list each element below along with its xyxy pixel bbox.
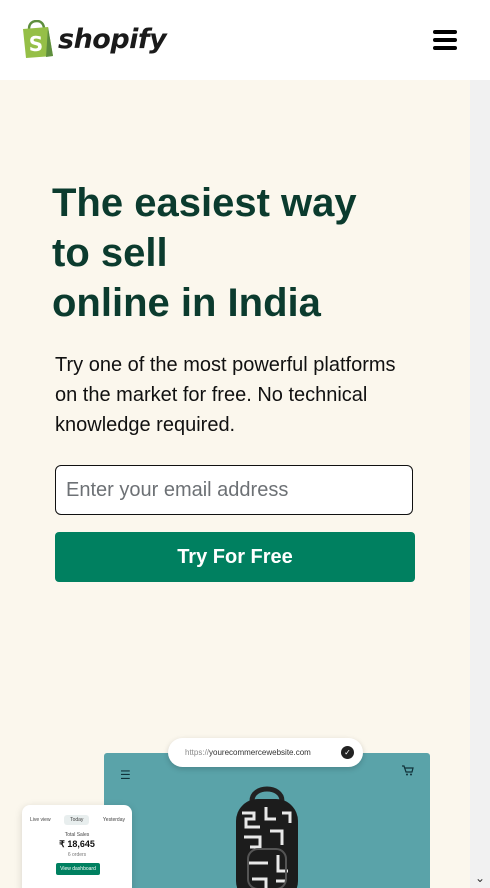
hero-title-line-2: to sell [52,231,168,275]
url-domain: yourecommercewebsite.com [209,748,311,757]
view-dashboard-button: View dashboard [56,863,100,875]
store-preview-illustration: ☰ https://yourecommercewebsite.com ✓ Liv… [0,705,470,888]
dashboard-tabs: Live view Today Yesterday [30,815,125,825]
total-sales-label: Total Sales [64,832,90,838]
store-menu-icon: ☰ [120,768,131,782]
backpack-product-image [236,786,298,888]
checkmark-icon: ✓ [341,746,354,759]
orders-count: 6 orders [67,852,87,858]
dashboard-tab-today: Today [64,815,90,825]
scroll-down-arrow-icon[interactable]: ⌄ [472,870,488,886]
url-bar: https://yourecommercewebsite.com ✓ [168,738,363,767]
svg-text:S: S [29,32,43,56]
url-prefix: https:// [185,748,210,757]
store-mockup: ☰ [104,753,430,888]
cart-icon [402,765,414,776]
dashboard-tab-yesterday: Yesterday [102,817,125,823]
hero-title-line-1: The easiest way [52,181,357,225]
site-header: S shopify [0,0,490,80]
dashboard-tab-live-view: Live view [30,817,51,823]
email-field[interactable] [55,465,413,515]
page-scrollbar[interactable] [470,80,490,888]
shopping-bag-icon: S [23,20,53,58]
sales-dashboard-card: Live view Today Yesterday Total Sales ₹ … [22,805,132,888]
hero-subtitle: Try one of the most powerful platforms o… [55,354,396,436]
shopify-logo[interactable]: S shopify [20,20,167,58]
hamburger-menu-icon[interactable] [432,28,458,52]
hero-title-line-3: online in India [52,281,321,325]
try-for-free-button[interactable]: Try For Free [55,532,415,582]
logo-text: shopify [58,23,167,55]
total-sales-value: ₹ 18,645 [59,839,95,849]
hero-title: The easiest way to sell online in India [52,178,452,328]
